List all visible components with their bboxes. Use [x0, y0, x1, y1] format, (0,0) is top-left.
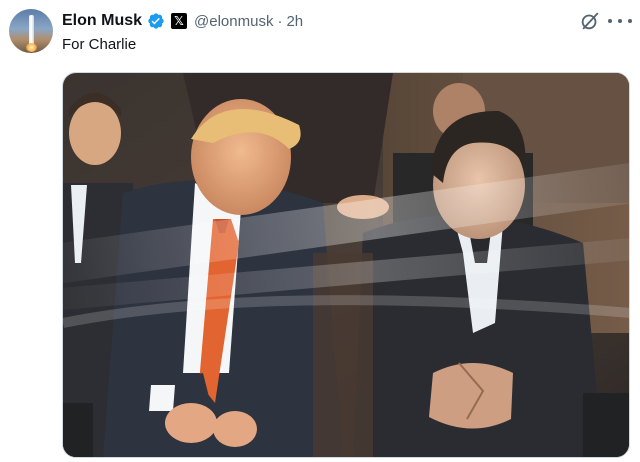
author-name[interactable]: Elon Musk [62, 12, 142, 30]
tweet-card[interactable]: Elon Musk 𝕏 @elonmusk · 2h For Charlie [0, 0, 640, 462]
tweet-text: For Charlie [62, 36, 137, 53]
tweet-photo[interactable] [62, 72, 630, 458]
separator-dot: · [277, 12, 283, 30]
tweet-header: Elon Musk 𝕏 @elonmusk · 2h [62, 10, 303, 32]
flame-icon [26, 43, 37, 52]
avatar[interactable] [9, 9, 53, 53]
x-affiliation-badge: 𝕏 [171, 13, 188, 29]
rocket-icon [29, 15, 34, 45]
photo-image [63, 73, 629, 457]
timestamp[interactable]: 2h [286, 13, 303, 30]
more-options-icon[interactable] [608, 12, 632, 30]
grok-icon[interactable] [579, 10, 601, 32]
verified-badge-icon [147, 12, 165, 30]
author-handle[interactable]: @elonmusk [194, 13, 273, 30]
